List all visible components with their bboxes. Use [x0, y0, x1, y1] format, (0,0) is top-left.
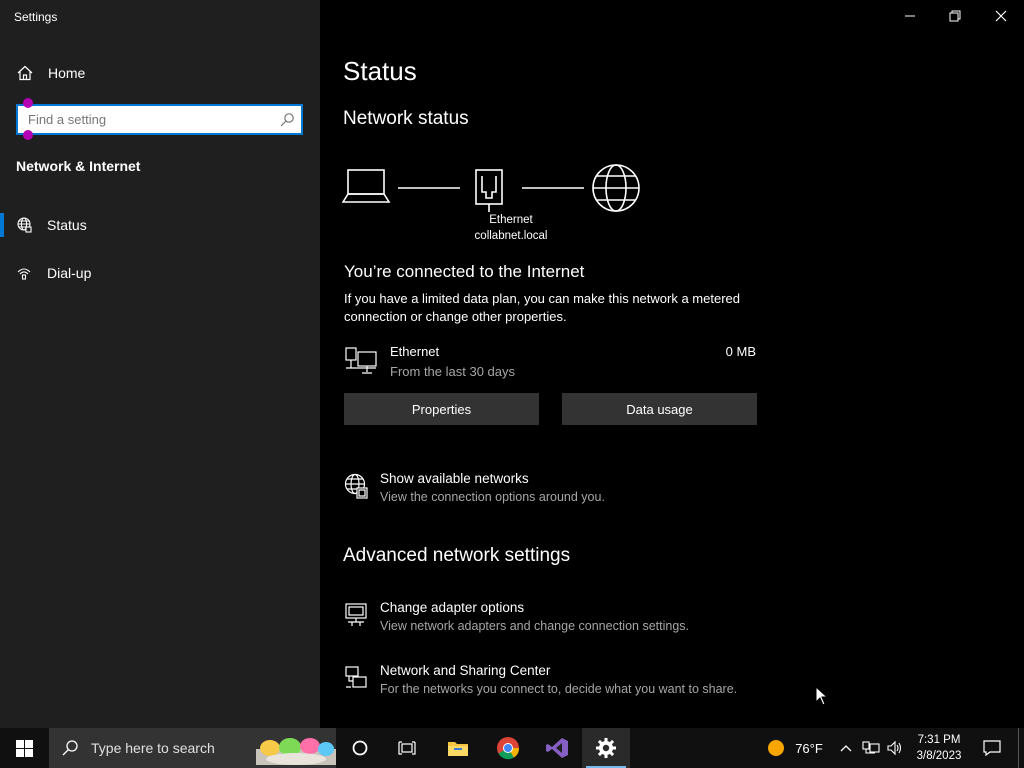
show-desktop-button[interactable]: [1018, 728, 1024, 768]
taskbar-search-placeholder: Type here to search: [91, 740, 215, 756]
notification-icon: [983, 740, 1001, 757]
taskbar-clock[interactable]: 7:31 PM 3/8/2023: [906, 732, 972, 764]
ethernet-pc-icon: [345, 347, 377, 374]
weather-widget[interactable]: 76°F: [760, 728, 830, 768]
weather-sun-icon: [768, 740, 785, 756]
diagram-adapter-name: Ethernet: [489, 214, 533, 226]
connection-status-text: You’re connected to the Internet: [344, 262, 585, 281]
adapter-icon: [345, 603, 367, 626]
change-adapter-desc: View network adapters and change connect…: [380, 619, 689, 633]
start-button[interactable]: [0, 728, 48, 768]
mouse-pointer-icon: [815, 686, 829, 706]
file-explorer-button[interactable]: [435, 728, 481, 768]
ethernet-port-icon: [475, 169, 503, 212]
windows-logo-icon: [15, 739, 33, 757]
network-diagram: Ethernet collabnet.local: [341, 162, 644, 252]
search-highlight-illustration: [256, 738, 336, 765]
text-cursor-marker-top: [23, 98, 33, 108]
visual-studio-button[interactable]: [535, 728, 579, 768]
chrome-icon: [497, 737, 520, 760]
app-title: Settings: [14, 10, 58, 24]
cortana-icon: [352, 740, 368, 756]
sharing-center-icon: [345, 666, 367, 688]
visual-studio-icon: [546, 738, 568, 758]
speaker-icon: [887, 740, 902, 756]
sidebar: Settings Home Network & Internet Status …: [0, 0, 320, 728]
network-status-heading: Network status: [343, 108, 469, 129]
task-view-button[interactable]: [385, 728, 429, 768]
network-sharing-center-link[interactable]: Network and Sharing Center For the netwo…: [344, 663, 784, 703]
chrome-button[interactable]: [485, 728, 531, 768]
show-networks-title[interactable]: Show available networks: [380, 471, 529, 486]
home-nav[interactable]: Home: [16, 62, 85, 84]
show-networks-desc: View the connection options around you.: [380, 490, 605, 504]
main-content: Status Network status Ethernet collabnet…: [320, 0, 1024, 728]
show-available-networks-link[interactable]: Show available networks View the connect…: [344, 471, 784, 511]
cortana-button[interactable]: [339, 728, 381, 768]
volume-tray-button[interactable]: [884, 728, 906, 768]
setting-search-box[interactable]: [16, 104, 303, 135]
settings-taskbar-button[interactable]: [582, 728, 630, 768]
sharing-center-title[interactable]: Network and Sharing Center: [380, 663, 550, 678]
page-title: Status: [343, 56, 417, 86]
connection-description: If you have a limited data plan, you can…: [344, 291, 740, 324]
ethernet-period: From the last 30 days: [390, 364, 515, 379]
home-icon: [17, 65, 33, 81]
change-adapter-options-link[interactable]: Change adapter options View network adap…: [344, 600, 784, 640]
internet-globe-icon: [592, 164, 640, 212]
section-title: Network & Internet: [16, 158, 141, 174]
clock-time: 7:31 PM: [917, 734, 961, 746]
task-view-icon: [398, 741, 416, 755]
weather-temperature: 76°F: [795, 740, 823, 756]
network-tray-icon: [862, 741, 880, 754]
chevron-up-icon: [840, 745, 852, 752]
diagram-domain: collabnet.local: [474, 230, 548, 242]
ethernet-usage-row: Ethernet From the last 30 days 0 MB: [344, 342, 756, 382]
search-icon[interactable]: [279, 112, 295, 128]
sidebar-item-status[interactable]: Status: [0, 207, 320, 243]
properties-button[interactable]: Properties: [344, 393, 539, 425]
text-cursor-marker-bottom: [23, 130, 33, 140]
folder-icon: [448, 742, 468, 756]
sharing-center-desc: For the networks you connect to, decide …: [380, 682, 738, 696]
network-globe-icon: [344, 473, 368, 499]
show-hidden-icons-button[interactable]: [836, 728, 856, 768]
sidebar-item-label: Dial-up: [47, 265, 92, 281]
data-usage-button[interactable]: Data usage: [562, 393, 757, 425]
gear-icon: [596, 738, 616, 758]
sidebar-item-label: Status: [47, 217, 87, 233]
network-diagram-graphic: [341, 164, 640, 212]
dial-up-icon: [17, 268, 31, 280]
taskbar-search-box[interactable]: Type here to search: [49, 728, 336, 768]
laptop-icon: [341, 169, 391, 203]
globe-icon: [17, 217, 32, 233]
network-tray-button[interactable]: [860, 728, 882, 768]
change-adapter-title[interactable]: Change adapter options: [380, 600, 524, 615]
action-center-button[interactable]: [974, 728, 1010, 768]
taskbar: Type here to search 76°F 7:31 PM 3/8/202…: [0, 728, 1024, 768]
home-label: Home: [48, 65, 86, 81]
clock-date: 3/8/2023: [916, 750, 962, 762]
advanced-settings-heading: Advanced network settings: [343, 545, 571, 566]
sidebar-item-dial-up[interactable]: Dial-up: [0, 255, 320, 291]
ethernet-usage: 0 MB: [725, 344, 756, 359]
ethernet-name: Ethernet: [390, 344, 440, 359]
search-icon: [62, 740, 78, 756]
search-input[interactable]: [18, 106, 279, 133]
